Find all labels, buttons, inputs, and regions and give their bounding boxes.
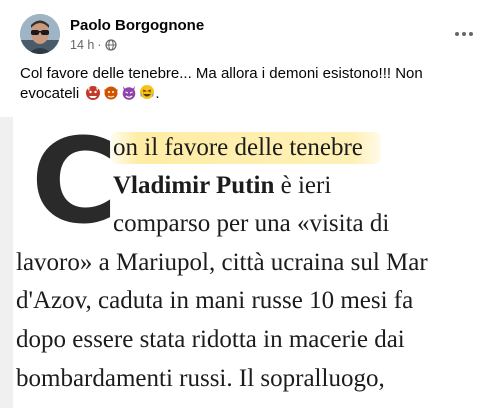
more-options-button[interactable]	[452, 22, 476, 46]
goblin-emoji-icon	[104, 86, 119, 100]
article-line-1: on il favore delle tenebre	[113, 134, 363, 161]
article-line-3: comparso per una «visita di	[113, 210, 390, 237]
avatar[interactable]	[20, 14, 60, 54]
author-name[interactable]: Paolo Borgognone	[70, 17, 204, 34]
article-line-5: d'Azov, caduta in mani russe 10 mesi fa	[16, 287, 414, 314]
devil-emoji-icon	[123, 86, 136, 100]
article-dropcap: C	[31, 117, 118, 250]
post-text-trailing: .	[155, 85, 160, 102]
avatar-photo	[20, 14, 60, 54]
article-line-2-rest: è ieri	[274, 172, 332, 199]
article-line-6: dopo essere stata ridotta in macerie dai	[16, 326, 405, 353]
globe-icon	[104, 39, 117, 51]
meta-separator: ·	[97, 38, 102, 52]
post-meta: 14 h ·	[70, 38, 117, 52]
more-dots-icon	[455, 32, 473, 36]
article-card: C on il favore delle tenebre Vladimir Pu…	[13, 117, 500, 408]
post-text-body: Col favore delle tenebre... Ma allora i …	[20, 65, 423, 102]
article-line-7: bombardamenti russi. Il sopralluogo,	[16, 365, 385, 392]
post-time[interactable]: 14 h	[70, 38, 94, 52]
article-line-4: lavoro» a Mariupol, città ucraina sul Ma…	[16, 249, 428, 276]
post-text: Col favore delle tenebre... Ma allora i …	[20, 64, 460, 104]
ogre-emoji-icon	[86, 86, 101, 100]
article-line-2: Vladimir Putin è ieri	[113, 171, 331, 201]
article-name-bold: Vladimir Putin	[113, 172, 275, 199]
post-header: Paolo Borgognone 14 h ·	[20, 14, 480, 58]
laughing-emoji-icon	[140, 85, 155, 99]
shared-article-image[interactable]: C on il favore delle tenebre Vladimir Pu…	[0, 117, 500, 408]
